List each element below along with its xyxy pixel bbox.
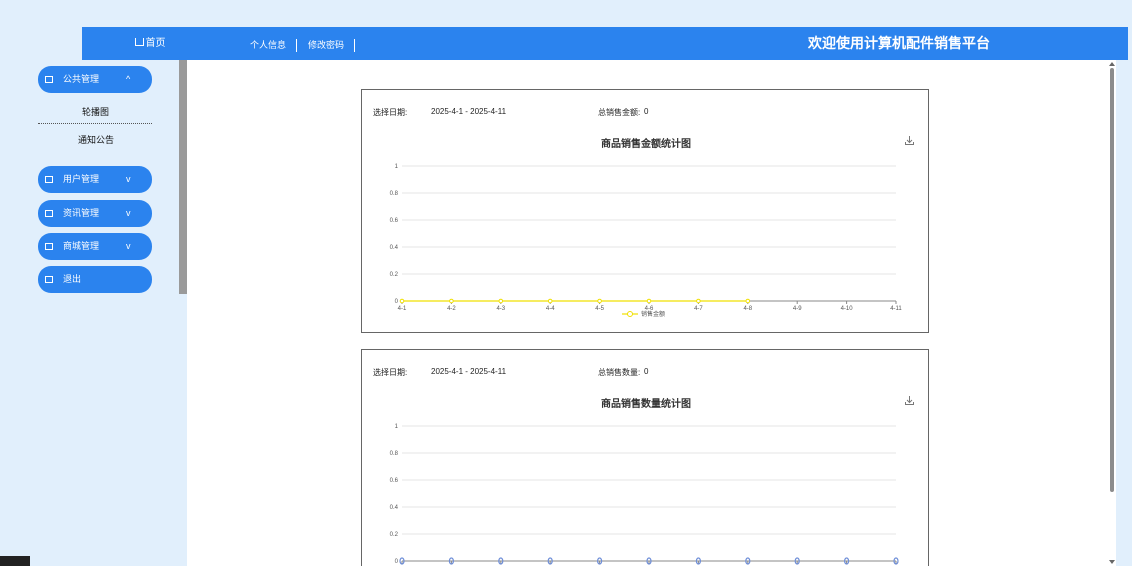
doc-icon [45,243,53,250]
top-bar: 首页 个人信息 修改密码 欢迎使用计算机配件销售平台 [82,27,1128,60]
sidebar-scrollbar[interactable] [179,60,187,294]
data-point [399,298,405,304]
y-tick-label: 0.8 [390,191,399,197]
x-tick-label: 4-2 [447,306,456,312]
main-scrollbar[interactable] [1108,60,1116,566]
x-tick-label: 4-1 [398,306,407,312]
home-tab[interactable]: 首页 [82,27,218,60]
list-icon [45,276,53,283]
sidebar-item-label: 商城管理 [63,241,100,251]
sidebar-item-label: 用户管理 [63,174,100,184]
chart-plot: 00.20.40.60.814-1 4-2 4-3 4-4 4-5 4-6 4-7 4-8 4-… [390,164,903,318]
legend-marker [627,311,633,317]
home-label: 首页 [145,38,166,49]
grid-icon [45,76,53,83]
sidebar-item-label: 资讯管理 [63,208,100,218]
chevron-down-icon: v [126,241,131,251]
sales-quantity-card: 选择日期: 2025-4-1 - 2025-4-11 总销售数量: 0 商品销售… [361,349,929,566]
scroll-up-icon[interactable] [1109,62,1115,66]
sidebar-subitem-notice[interactable]: 通知公告 [38,128,152,152]
sidebar-item-users[interactable]: 用户管理 v [38,166,152,193]
doc-icon [45,176,53,183]
data-point [498,298,504,304]
data-point [597,298,602,304]
y-tick-label: 0.2 [390,532,399,538]
scroll-thumb[interactable] [1110,68,1114,492]
sidebar-item-news[interactable]: 资讯管理 v [38,200,152,227]
legend-label: 销售金额 [641,310,665,318]
x-tick-label: 4-4 [546,306,555,312]
sidebar-item-public[interactable]: 公共管理 ^ [38,66,152,93]
sidebar-item-label: 公共管理 [63,74,100,84]
sidebar-item-logout[interactable]: 退出 [38,266,152,293]
home-icon [134,38,144,46]
x-tick-label: 4-11 [890,306,902,312]
x-tick-label: 4-3 [496,306,505,312]
status-indicator [0,556,30,566]
sidebar-subitem-carousel[interactable]: 轮播图 [38,100,152,124]
data-point [449,298,454,304]
x-tick-label: 4-5 [595,306,604,312]
sidebar-item-label: 退出 [63,274,82,284]
y-tick-label: 0.8 [390,451,399,457]
profile-link[interactable]: 个人信息 [250,39,298,52]
data-point [696,298,701,304]
chart-plot: 0 0.2 0.4 0.6 0.8 1 [390,424,899,565]
change-password-link[interactable]: 修改密码 [308,39,356,52]
y-tick-label: 0.2 [390,272,399,278]
y-tick-label: 1 [395,164,399,170]
chevron-down-icon: v [126,208,131,218]
divider [38,123,152,124]
y-tick-label: 0.4 [390,245,399,251]
chevron-down-icon: v [126,174,131,184]
x-tick-label: 4-8 [743,306,752,312]
y-tick-label: 0 [395,299,399,305]
y-tick-label: 0.6 [390,218,399,224]
x-tick-label: 4-7 [694,306,703,312]
sidebar-item-shop[interactable]: 商城管理 v [38,233,152,260]
list-icon [45,210,53,217]
scroll-down-icon[interactable] [1109,560,1115,564]
data-point [547,298,553,304]
y-tick-label: 0 [395,559,399,565]
sales-amount-card: 选择日期: 2025-4-1 - 2025-4-11 总销售金额: 0 商品销售… [361,89,929,333]
data-point [745,298,751,304]
y-tick-label: 1 [395,424,399,430]
y-tick-label: 0.6 [390,478,399,484]
welcome-title: 欢迎使用计算机配件销售平台 [808,35,990,51]
x-tick-label: 4-10 [841,306,854,312]
x-tick-label: 4-9 [793,306,802,312]
y-tick-label: 0.4 [390,505,399,511]
data-point [646,298,652,304]
chevron-up-icon: ^ [126,74,131,84]
